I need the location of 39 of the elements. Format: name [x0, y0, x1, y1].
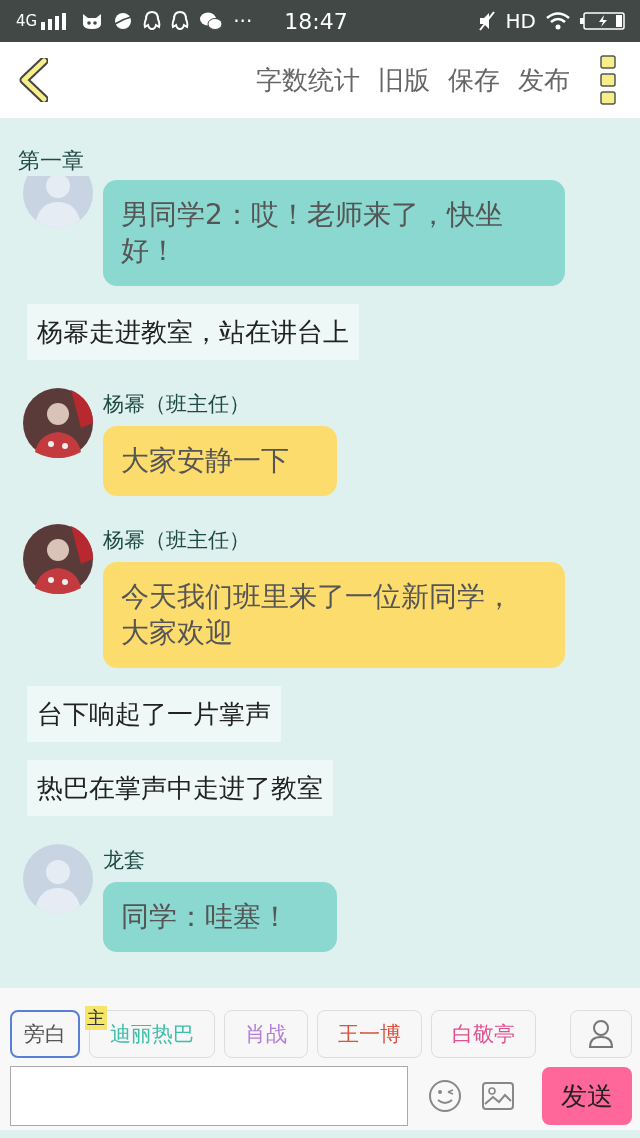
narration-text: 热巴在掌声中走进了教室: [27, 760, 333, 816]
speaker-name: 杨幂（班主任）: [103, 391, 250, 418]
more-notifications: ···: [233, 9, 253, 33]
back-icon[interactable]: [18, 58, 48, 102]
mute-icon: [477, 11, 496, 31]
character-chip[interactable]: 王一博: [317, 1010, 422, 1058]
toolbar-action[interactable]: 字数统计: [256, 62, 360, 98]
person-icon: [588, 1019, 614, 1049]
network-label: 4G: [16, 12, 38, 30]
image-icon[interactable]: [482, 1082, 514, 1110]
hd-label: HD: [505, 9, 536, 33]
toolbar-action[interactable]: 旧版: [378, 62, 430, 98]
message-bubble: 今天我们班里来了一位新同学，大家欢迎: [103, 562, 565, 668]
toolbar-action[interactable]: 保存: [448, 62, 500, 98]
character-chip[interactable]: 旁白: [10, 1010, 80, 1058]
penguin-icon: [143, 11, 162, 31]
toolbar-action[interactable]: 发布: [518, 62, 570, 98]
narration-text: 台下响起了一片掌声: [27, 686, 281, 742]
character-chip[interactable]: 白敬亭: [431, 1010, 536, 1058]
character-button[interactable]: [570, 1010, 632, 1058]
narration-text: 杨幂走进教室，站在讲台上: [27, 304, 359, 360]
battery-icon: [580, 11, 626, 31]
message-bubble: 大家安静一下: [103, 426, 337, 496]
speaker-name: 龙套: [103, 847, 145, 874]
message-bubble: 男同学2：哎！老师来了，快坐好！: [103, 180, 565, 286]
planet-icon: [113, 11, 134, 31]
cat-icon: [81, 12, 104, 30]
message-bubble: 同学：哇塞！: [103, 882, 337, 952]
clock: 18:47: [284, 8, 348, 34]
send-button[interactable]: 发送: [542, 1067, 632, 1125]
chapter-title: 第一章: [18, 147, 85, 175]
wifi-icon: [546, 12, 570, 30]
lead-badge: 主: [85, 1006, 107, 1030]
menu-icon[interactable]: [600, 55, 616, 105]
message-input[interactable]: [10, 1066, 408, 1126]
speaker-name: 杨幂（班主任）: [103, 527, 250, 554]
penguin-icon: [171, 11, 190, 31]
chat-bubbles-icon: [199, 11, 224, 31]
emoji-icon[interactable]: [428, 1079, 462, 1113]
